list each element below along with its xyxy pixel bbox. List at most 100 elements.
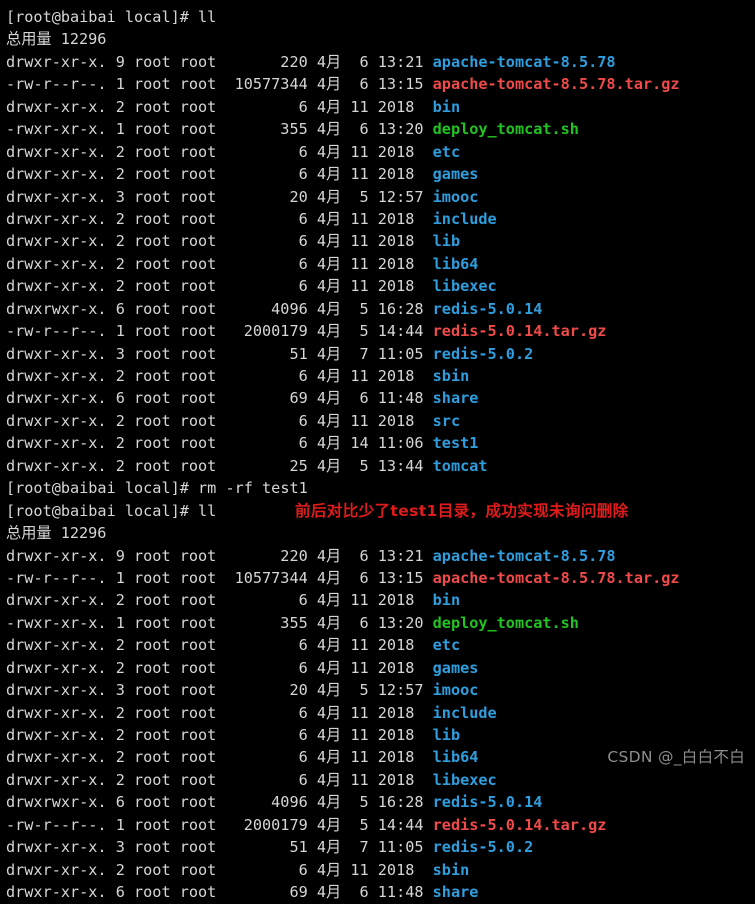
- file-row: drwxr-xr-x. 2 root root 6 4月 11 2018 lib: [6, 724, 755, 746]
- file-name: bin: [432, 97, 461, 116]
- file-meta: drwxr-xr-x. 2 root root 6 4月 11 2018: [6, 658, 433, 677]
- file-meta: drwxr-xr-x. 9 root root 220 4月 6 13:21: [6, 546, 433, 565]
- file-name: share: [432, 389, 479, 408]
- file-row: drwxr-xr-x. 9 root root 220 4月 6 13:21 a…: [6, 51, 755, 73]
- csdn-watermark: CSDN @_白白不白: [607, 748, 745, 766]
- file-row: drwxr-xr-x. 2 root root 6 4月 11 2018 sbi…: [6, 859, 755, 881]
- file-name: libexec: [432, 770, 497, 789]
- file-meta: drwxr-xr-x. 3 root root 51 4月 7 11:05: [6, 838, 433, 857]
- file-meta: drwxr-xr-x. 2 root root 6 4月 11 2018: [6, 591, 433, 610]
- file-meta: drwxr-xr-x. 2 root root 6 4月 11 2018: [6, 277, 433, 296]
- file-row: -rwxr-xr-x. 1 root root 355 4月 6 13:20 d…: [6, 612, 755, 634]
- file-name: share: [432, 883, 479, 902]
- file-name: games: [432, 658, 479, 677]
- shell-prompt: [root@baibai local]#: [6, 479, 199, 498]
- file-row: drwxr-xr-x. 2 root root 6 4月 11 2018 gam…: [6, 163, 755, 185]
- file-row: drwxr-xr-x. 2 root root 6 4月 11 2018 bin: [6, 589, 755, 611]
- file-name: apache-tomcat-8.5.78.tar.gz: [432, 568, 680, 587]
- file-meta: drwxr-xr-x. 2 root root 6 4月 11 2018: [6, 770, 433, 789]
- file-row: drwxr-xr-x. 3 root root 20 4月 5 12:57 im…: [6, 679, 755, 701]
- prompt-line-ll-1: [root@baibai local]# ll: [6, 6, 755, 28]
- prompt-line-rm: [root@baibai local]# rm -rf test1: [6, 477, 755, 499]
- file-row: drwxr-xr-x. 2 root root 6 4月 14 11:06 te…: [6, 432, 755, 454]
- total-size-label: 总用量 12296: [6, 30, 107, 49]
- file-meta: drwxr-xr-x. 2 root root 6 4月 11 2018: [6, 860, 433, 879]
- file-row: -rw-r--r--. 1 root root 10577344 4月 6 13…: [6, 567, 755, 589]
- file-row: drwxr-xr-x. 3 root root 20 4月 5 12:57 im…: [6, 186, 755, 208]
- file-name: include: [432, 703, 497, 722]
- file-meta: drwxr-xr-x. 2 root root 6 4月 11 2018: [6, 726, 433, 744]
- file-meta: drwxr-xr-x. 9 root root 220 4月 6 13:21: [6, 52, 433, 71]
- file-name: lib: [432, 726, 461, 744]
- file-name: include: [432, 209, 497, 228]
- file-meta: -rw-r--r--. 1 root root 2000179 4月 5 14:…: [6, 322, 433, 341]
- total-size-label: 总用量 12296: [6, 524, 107, 543]
- file-row: drwxr-xr-x. 2 root root 6 4月 11 2018 inc…: [6, 208, 755, 230]
- file-row: drwxr-xr-x. 2 root root 6 4月 11 2018 etc: [6, 634, 755, 656]
- file-meta: drwxr-xr-x. 6 root root 69 4月 6 11:48: [6, 389, 433, 408]
- file-name: etc: [432, 636, 461, 655]
- terminal-window[interactable]: [root@baibai local]# ll 总用量 12296 drwxr-xr…: [0, 0, 755, 901]
- file-meta: drwxr-xr-x. 2 root root 6 4月 11 2018: [6, 411, 433, 430]
- file-meta: drwxr-xr-x. 2 root root 6 4月 11 2018: [6, 232, 433, 251]
- file-row: drwxr-xr-x. 9 root root 220 4月 6 13:21 a…: [6, 545, 755, 567]
- file-meta: drwxr-xr-x. 2 root root 6 4月 11 2018: [6, 142, 433, 161]
- file-row: -rw-r--r--. 1 root root 2000179 4月 5 14:…: [6, 814, 755, 836]
- file-row: drwxr-xr-x. 6 root root 69 4月 6 11:48 sh…: [6, 881, 755, 903]
- file-meta: drwxrwxr-x. 6 root root 4096 4月 5 16:28: [6, 793, 433, 812]
- file-row: drwxr-xr-x. 2 root root 6 4月 11 2018 lib…: [6, 253, 755, 275]
- file-meta: -rwxr-xr-x. 1 root root 355 4月 6 13:20: [6, 613, 433, 632]
- file-meta: drwxr-xr-x. 3 root root 20 4月 5 12:57: [6, 187, 433, 206]
- file-row: drwxr-xr-x. 2 root root 6 4月 11 2018 bin: [6, 96, 755, 118]
- file-row: drwxr-xr-x. 2 root root 6 4月 11 2018 lib…: [6, 769, 755, 791]
- file-name: src: [432, 411, 461, 430]
- total-size-line: 总用量 12296: [6, 522, 755, 544]
- file-name: bin: [432, 591, 461, 610]
- file-name: etc: [432, 142, 461, 161]
- shell-command: ll: [198, 8, 217, 26]
- file-meta: drwxr-xr-x. 2 root root 6 4月 11 2018: [6, 209, 433, 228]
- file-row: drwxr-xr-x. 2 root root 6 4月 11 2018 lib: [6, 230, 755, 252]
- file-row: drwxrwxr-x. 6 root root 4096 4月 5 16:28 …: [6, 791, 755, 813]
- file-name: tomcat: [432, 456, 488, 475]
- file-meta: -rw-r--r--. 1 root root 2000179 4月 5 14:…: [6, 815, 433, 834]
- file-meta: drwxr-xr-x. 3 root root 51 4月 7 11:05: [6, 344, 433, 363]
- file-name: deploy_tomcat.sh: [432, 613, 579, 632]
- file-row: -rw-r--r--. 1 root root 10577344 4月 6 13…: [6, 73, 755, 95]
- file-name: sbin: [432, 367, 470, 385]
- file-name: lib64: [432, 748, 479, 767]
- file-row: -rwxr-xr-x. 1 root root 355 4月 6 13:20 d…: [6, 118, 755, 140]
- file-meta: drwxr-xr-x. 2 root root 6 4月 11 2018: [6, 636, 433, 655]
- file-name: sbin: [432, 860, 470, 879]
- file-name: apache-tomcat-8.5.78: [432, 546, 616, 565]
- file-row: drwxr-xr-x. 2 root root 6 4月 11 2018 sbi…: [6, 365, 755, 387]
- file-meta: -rw-r--r--. 1 root root 10577344 4月 6 13…: [6, 568, 433, 587]
- file-name: deploy_tomcat.sh: [432, 120, 579, 139]
- file-name: apache-tomcat-8.5.78: [432, 52, 616, 71]
- file-name: games: [432, 165, 479, 184]
- file-row: drwxr-xr-x. 2 root root 25 4月 5 13:44 to…: [6, 455, 755, 477]
- file-meta: -rwxr-xr-x. 1 root root 355 4月 6 13:20: [6, 120, 433, 139]
- file-name: redis-5.0.2: [432, 344, 534, 363]
- file-name: libexec: [432, 277, 497, 296]
- file-row: drwxr-xr-x. 6 root root 69 4月 6 11:48 sh…: [6, 387, 755, 409]
- file-name: apache-tomcat-8.5.78.tar.gz: [432, 75, 680, 94]
- file-name: redis-5.0.14: [432, 299, 543, 318]
- file-row: drwxr-xr-x. 3 root root 51 4月 7 11:05 re…: [6, 836, 755, 858]
- file-meta: drwxr-xr-x. 3 root root 20 4月 5 12:57: [6, 681, 433, 700]
- file-meta: -rw-r--r--. 1 root root 10577344 4月 6 13…: [6, 75, 433, 94]
- file-name: imooc: [432, 187, 479, 206]
- file-row: -rw-r--r--. 1 root root 2000179 4月 5 14:…: [6, 320, 755, 342]
- file-name: imooc: [432, 681, 479, 700]
- shell-prompt: [root@baibai local]#: [6, 501, 199, 520]
- file-meta: drwxr-xr-x. 2 root root 6 4月 14 11:06: [6, 434, 433, 453]
- file-meta: drwxr-xr-x. 2 root root 6 4月 11 2018: [6, 703, 433, 722]
- file-name: test1: [432, 434, 479, 453]
- shell-command: ll: [198, 501, 217, 520]
- file-meta: drwxr-xr-x. 2 root root 6 4月 11 2018: [6, 165, 433, 184]
- shell-command: rm -rf test1: [198, 479, 308, 498]
- file-row: drwxr-xr-x. 2 root root 6 4月 11 2018 src: [6, 410, 755, 432]
- total-size-line: 总用量 12296: [6, 28, 755, 50]
- file-meta: drwxrwxr-x. 6 root root 4096 4月 5 16:28: [6, 299, 433, 318]
- file-row: drwxrwxr-x. 6 root root 4096 4月 5 16:28 …: [6, 298, 755, 320]
